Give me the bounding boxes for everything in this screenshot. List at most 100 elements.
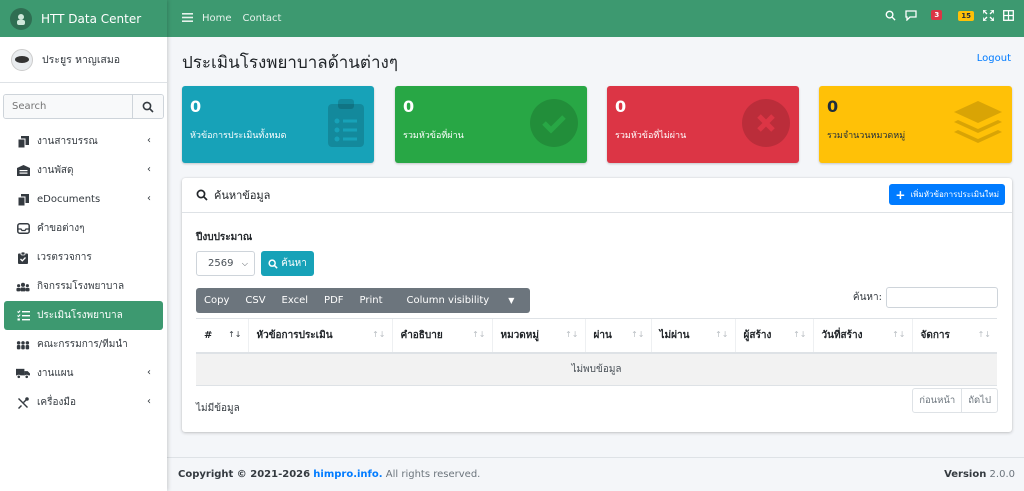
column-header[interactable]: ผ่าน ↑↓ (584, 318, 651, 354)
column-visibility-button[interactable]: Column visibility ▼ (391, 288, 531, 313)
chevron-left-icon: ‹ (147, 396, 151, 407)
sidebar-item-label: เครื่องมือ (37, 397, 76, 408)
warehouse-icon (16, 165, 30, 176)
sidebar-item-label: คณะกรรมการ/ทีมนำ (37, 339, 128, 350)
table-header-row: # ↑↓ หัวข้อการประเมิน ↑↓ คำอธิบาย ↑↓ หมวดหม… (196, 318, 997, 354)
csv-button[interactable]: CSV (237, 288, 273, 313)
sidebar-item-label: เวรตรวจการ (37, 252, 92, 263)
sidebar-item-label: งานพัสดุ (37, 165, 74, 176)
column-header-label: ผู้สร้าง (743, 329, 772, 341)
previous-page-button[interactable]: ก่อนหน้า (913, 389, 961, 412)
sidebar-item-label: งานแผน (37, 368, 74, 379)
print-button[interactable]: Print (352, 288, 391, 313)
copy-icon (16, 193, 30, 206)
sidebar-item-label: คำขอต่างๆ (37, 223, 85, 234)
tools-icon (16, 396, 30, 409)
fiscal-year-select[interactable]: 2569 ⌵ (196, 251, 255, 276)
column-header[interactable]: วันที่สร้าง ↑↓ (812, 318, 912, 354)
site-link[interactable]: himpro.info. (313, 469, 382, 480)
sort-icon: ↑↓ (977, 330, 991, 339)
export-buttons: Copy CSV Excel PDF Print Column visibili… (196, 288, 531, 313)
sidebar-item-hospital-assessment[interactable]: ประเมินโรงพยาบาล (4, 301, 163, 330)
clipboard-list-icon (327, 99, 365, 150)
brand[interactable]: HTT Data Center (0, 0, 167, 37)
navbar-search-icon[interactable] (885, 10, 896, 21)
copyright-text: Copyright © 2021-2026 (178, 469, 311, 480)
sidebar-item-requests[interactable]: คำขอต่างๆ (0, 214, 167, 243)
comments-icon (905, 10, 918, 21)
card-header: ค้นหาข้อมูล + เพิ่มหัวข้อการประเมินใหม่ (182, 178, 1012, 213)
nav-contact-link[interactable]: Contact (243, 13, 282, 24)
search-icon (268, 258, 278, 269)
tasks-icon (16, 310, 30, 321)
brand-title: HTT Data Center (41, 11, 142, 26)
pdf-button[interactable]: PDF (316, 288, 351, 313)
card-title: ค้นหาข้อมูล (214, 189, 271, 202)
sidebar-item-inspection-duty[interactable]: เวรตรวจการ (0, 243, 167, 272)
sort-icon: ↑↓ (372, 330, 386, 339)
sort-icon: ↑↓ (631, 330, 645, 339)
version-number: 2.0.0 (989, 469, 1015, 480)
sidebar-item-committee[interactable]: คณะกรรมการ/ทีมนำ (0, 330, 167, 359)
navbar-right: 3 15 (876, 9, 1014, 21)
column-header-label: จัดการ (920, 329, 950, 341)
column-header-label: วันที่สร้าง (821, 329, 863, 341)
sidebar-item-planning[interactable]: งานแผน ‹ (0, 359, 167, 388)
search-button[interactable]: ค้นหา (261, 251, 314, 276)
chevron-left-icon: ‹ (147, 367, 151, 378)
sidebar-nav: งานสารบรรณ ‹ งานพัสดุ ‹ eDocuments ‹ คำข… (0, 127, 167, 417)
sidebar-search (3, 94, 164, 119)
chevron-left-icon: ‹ (147, 135, 151, 146)
sidebar-search-button[interactable] (132, 95, 163, 118)
logout-link[interactable]: Logout (977, 53, 1011, 64)
column-visibility-label: Column visibility (406, 295, 490, 306)
column-header[interactable]: # ↑↓ (196, 318, 248, 354)
column-header[interactable]: คำอธิบาย ↑↓ (391, 318, 492, 354)
column-header[interactable]: ไม่ผ่าน ↑↓ (650, 318, 735, 354)
sidebar-item-activities[interactable]: กิจกรรมโรงพยาบาล (0, 272, 167, 301)
table-row: ไม่พบข้อมูล (196, 352, 997, 386)
top-navbar: Home Contact 3 15 (167, 0, 1024, 37)
hamburger-menu-icon[interactable] (182, 12, 193, 25)
alerts-button[interactable]: 15 (949, 10, 974, 21)
column-header-label: ไม่ผ่าน (659, 329, 690, 341)
sidebar: HTT Data Center ประยูร หาญเสมอ งานสารบรร… (0, 0, 167, 491)
chevron-left-icon: ‹ (147, 193, 151, 204)
column-header[interactable]: จัดการ ↑↓ (911, 318, 997, 354)
sidebar-item-label: eDocuments (37, 194, 101, 205)
fiscal-year-label: ปีงบประมาณ (196, 232, 253, 243)
empty-table-message: ไม่พบข้อมูล (196, 352, 997, 386)
copy-button[interactable]: Copy (196, 288, 237, 313)
table-filter-input[interactable] (886, 287, 998, 308)
sidebar-item-label: งานสารบรรณ (37, 136, 98, 147)
column-header[interactable]: หัวข้อการประเมิน ↑↓ (247, 318, 392, 354)
sidebar-item-tools[interactable]: เครื่องมือ ‹ (0, 388, 167, 417)
user-panel[interactable]: ประยูร หาญเสมอ (0, 37, 167, 83)
grid-icon[interactable] (1003, 10, 1014, 21)
layer-group-icon (953, 99, 1003, 150)
inbox-icon (16, 223, 30, 234)
sidebar-item-correspondence[interactable]: งานสารบรรณ ‹ (0, 127, 167, 156)
next-page-button[interactable]: ถัดไป (961, 389, 997, 412)
excel-button[interactable]: Excel (274, 288, 317, 313)
check-circle-icon (530, 99, 578, 150)
version-info: Version 2.0.0 (944, 469, 1015, 480)
chevron-down-icon: ⌵ (241, 259, 248, 268)
main-content: ประเมินโรงพยาบาลด้านต่างๆ Logout 0 หัวข้… (167, 37, 1024, 491)
column-header-label: ผ่าน (593, 329, 612, 341)
table-filter: ค้นหา: (853, 287, 998, 308)
sidebar-item-supplies[interactable]: งานพัสดุ ‹ (0, 156, 167, 185)
add-assessment-button[interactable]: + เพิ่มหัวข้อการประเมินใหม่ (889, 184, 1005, 205)
column-header[interactable]: ผู้สร้าง ↑↓ (734, 318, 813, 354)
notifications-button[interactable]: 3 (905, 9, 943, 21)
fullscreen-icon[interactable] (983, 10, 994, 21)
column-header[interactable]: หมวดหมู่ ↑↓ (491, 318, 585, 354)
sort-icon: ↑↓ (715, 330, 729, 339)
sidebar-item-edocuments[interactable]: eDocuments ‹ (0, 185, 167, 214)
stat-box-total: 0 หัวข้อการประเมินทั้งหมด (182, 86, 374, 163)
nav-home-link[interactable]: Home (202, 13, 232, 24)
truck-icon (16, 368, 30, 379)
clipboard-check-icon (16, 251, 30, 264)
sidebar-search-input[interactable] (4, 95, 132, 118)
column-header-label: คำอธิบาย (400, 329, 443, 341)
